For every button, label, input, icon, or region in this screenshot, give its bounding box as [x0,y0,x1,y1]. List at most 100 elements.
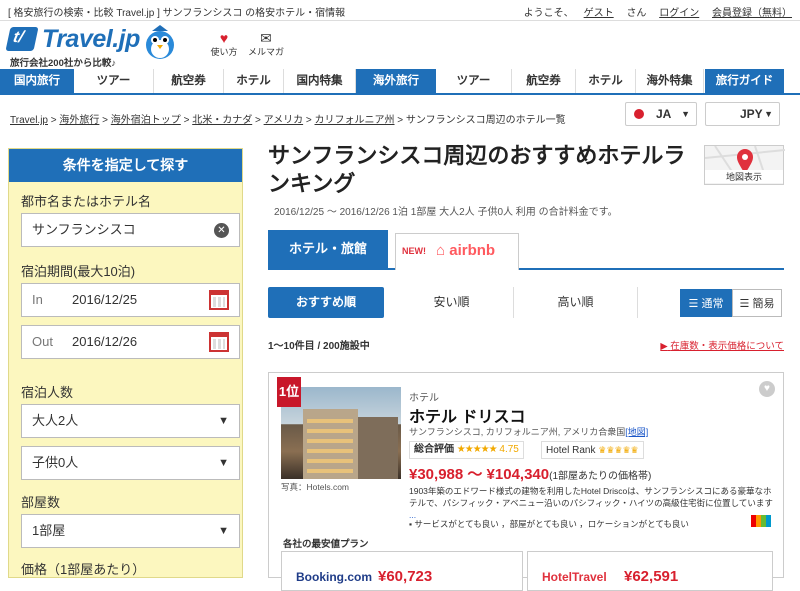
crown-icon: ♛♛♛♛♛ [598,445,639,455]
nav-domestic-travel[interactable]: 国内旅行 [0,69,74,93]
currency-select[interactable]: JPY ▼ [705,102,780,126]
view-normal-button[interactable]: ☰ 通常 [680,289,732,317]
howto-label: 使い方 [210,47,238,57]
nav-domestic-feature[interactable]: 国内特集 [284,69,356,93]
plan-brand: HotelTravel [542,570,607,584]
sort-cheap[interactable]: 安い順 [390,287,514,318]
language-select[interactable]: JA ▼ [625,102,697,126]
city-label: 都市名またはホテル名 [21,194,152,209]
hotel-address: サンフランシスコ, カリフォルニア州, アメリカ合衆国[地図] [409,427,649,437]
rank-badge: 1位 [277,377,301,407]
mailmag-button[interactable]: ✉ メルマガ [246,31,286,58]
nav-domestic-air[interactable]: 航空券 [154,69,224,93]
welcome-text: ようこそ、 ゲスト さん [523,8,647,19]
stay-summary: 2016/12/25 〜 2016/12/26 1泊 1部屋 大人2人 子供0人… [274,207,618,218]
tripadvisor-icon [751,515,771,527]
mail-icon: ✉ [260,30,272,46]
compact-list-icon: ☰ [739,298,750,310]
breadcrumb-overseas[interactable]: 海外旅行 [59,115,99,126]
register-link[interactable]: 会員登録（無料） [712,8,792,19]
checkout-field[interactable]: Out 2016/12/26 [21,325,240,359]
howto-button[interactable]: ♥ 使い方 [204,31,244,58]
checkin-date: 2016/12/25 [72,292,138,307]
logo-text: Travel.jp [42,25,140,53]
checkout-label: Out [32,334,53,349]
site-tagline: [ 格安旅行の検索・比較 Travel.jp ] サンフランシスコ の格安ホテル… [8,8,346,19]
rooms-label: 部屋数 [21,495,61,510]
nav-domestic-tour[interactable]: ツアー [74,69,154,93]
nav-overseas-travel[interactable]: 海外旅行 [356,69,436,93]
result-count: 1〜10件目 / 200施設中 [268,341,370,352]
page-title: サンフランシスコ周辺のおすすめホテルランキング [268,143,686,196]
rating-label: 総合評価 [414,444,454,455]
calendar-icon[interactable] [209,332,229,352]
breadcrumb: Travel.jp > 海外旅行 > 海外宿泊トップ > 北米・カナダ > アメ… [10,115,566,126]
language-value: JA [656,107,672,121]
city-input[interactable]: サンフランシスコ ✕ [21,213,240,247]
view-simple-button[interactable]: ☰ 簡易 [732,289,782,317]
chevron-down-icon: ▼ [218,457,229,469]
sort-bar: おすすめ順 安い順 高い順 ☰ 通常 ☰ 簡易 [268,287,784,318]
map-link[interactable]: [地図] [625,427,648,437]
mascot-bird-icon [146,25,174,59]
favorite-heart-icon[interactable]: ♥ [759,381,775,397]
nav-overseas-air[interactable]: 航空券 [512,69,576,93]
adults-select[interactable]: 大人2人 ▼ [21,404,240,438]
plan-hoteltravel[interactable]: HotelTravel ¥62,591 [527,551,773,591]
search-sidebar: 条件を指定して探す 都市名またはホテル名 サンフランシスコ ✕ 宿泊期間(最大1… [8,148,243,578]
checkin-field[interactable]: In 2016/12/25 [21,283,240,317]
list-icon: ☰ [688,298,699,310]
price-range: ¥30,988 〜 ¥104,340(1部屋あたりの価格帯) [409,466,652,483]
logo-mark-icon [5,27,39,51]
breadcrumb-north-america[interactable]: 北米・カナダ [192,115,252,126]
map-label: 地図表示 [705,170,783,183]
breadcrumb-usa[interactable]: アメリカ [264,115,304,126]
stock-note-link[interactable]: ▶ 在庫数・表示価格について [660,338,784,352]
guest-link[interactable]: ゲスト [584,8,614,19]
overall-rating: 総合評価 ★★★★★ 4.75 [409,441,524,459]
plan-price: ¥60,723 [378,568,433,585]
hotel-card: 1位 写真：Hotels.com ホテル ホテル ドリスコ サンフランシスコ, … [268,372,784,591]
hotel-description: 1903年築のエドワード様式の建物を利用したHotel Driscoは、サンフラ… [409,486,773,520]
tab-hotels[interactable]: ホテル・旅館 [268,230,388,270]
account-links: ようこそ、 ゲスト さん ログイン 会員登録（無料） [504,4,792,19]
tab-airbnb[interactable]: NEW! ⌂ airbnb [395,233,519,270]
chevron-down-icon: ▼ [681,109,690,119]
children-select[interactable]: 子供0人 ▼ [21,446,240,480]
map-button[interactable]: 地図表示 [704,145,786,185]
rooms-select[interactable]: 1部屋 ▼ [21,514,240,548]
plans-heading: 各社の最安値プラン [283,539,369,550]
calendar-icon[interactable] [209,290,229,310]
plan-price: ¥62,591 [624,568,679,585]
breadcrumb-home[interactable]: Travel.jp [10,115,48,126]
hotel-name[interactable]: ホテル ドリスコ [409,403,525,427]
comment-icon: ▪ [409,519,413,529]
login-link[interactable]: ログイン [659,8,699,19]
nav-travel-guide[interactable]: 旅行ガイド [704,69,784,93]
rating-stars-icon: ★★★★★ [456,444,498,455]
plan-booking[interactable]: Booking.com ¥60,723 [281,551,523,591]
arrow-right-icon: ▶ [660,341,668,352]
sort-expensive[interactable]: 高い順 [514,287,638,318]
nav-overseas-feature[interactable]: 海外特集 [636,69,704,93]
airbnb-logo: ⌂ airbnb [436,242,496,259]
plan-brand: Booking.com [296,570,373,584]
hotel-category: ホテル [409,393,439,404]
top-bar: [ 格安旅行の検索・比較 Travel.jp ] サンフランシスコ の格安ホテル… [0,0,800,21]
breadcrumb-california[interactable]: カリフォルニア州 [315,115,395,126]
nav-overseas-tour[interactable]: ツアー [436,69,512,93]
clear-icon[interactable]: ✕ [214,223,229,238]
adults-value: 大人2人 [32,413,79,428]
sidebar-heading: 条件を指定して探す [9,149,242,182]
nav-domestic-hotel[interactable]: ホテル [224,69,284,93]
chevron-down-icon: ▼ [218,525,229,537]
sort-recommended[interactable]: おすすめ順 [268,287,384,318]
children-value: 子供0人 [32,455,79,470]
price-label: 価格（1部屋あたり） [21,562,146,577]
breadcrumb-overseas-stay[interactable]: 海外宿泊トップ [111,115,181,126]
chevron-down-icon: ▼ [218,415,229,427]
main-nav: 国内旅行 ツアー 航空券 ホテル 国内特集 海外旅行 ツアー 航空券 ホテル 海… [0,69,800,95]
city-value: サンフランシスコ [32,222,136,237]
guests-label: 宿泊人数 [21,385,74,400]
nav-overseas-hotel[interactable]: ホテル [576,69,636,93]
